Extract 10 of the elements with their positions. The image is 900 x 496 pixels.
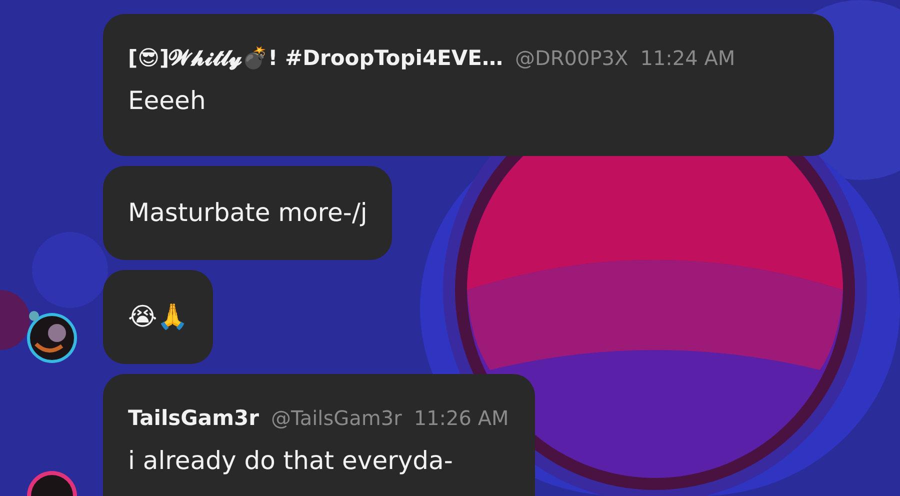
- user-handle: @DR00P3X: [515, 46, 628, 70]
- author-name[interactable]: [😎]𝓦𝓱𝓲𝓽𝓵𝔂💣! #DroopTopi4EVE…: [128, 46, 503, 70]
- message-text: Masturbate more-/j: [128, 197, 368, 229]
- message-time: 11:26 AM: [414, 406, 509, 430]
- user-handle: @TailsGam3r: [270, 406, 402, 430]
- message-text: 😭🙏: [128, 301, 188, 333]
- message-text: Eeeeh: [128, 85, 207, 117]
- author-name[interactable]: TailsGam3r: [128, 406, 259, 430]
- message-text: i already do that everyda-: [128, 445, 454, 477]
- message-time: 11:24 AM: [640, 46, 736, 70]
